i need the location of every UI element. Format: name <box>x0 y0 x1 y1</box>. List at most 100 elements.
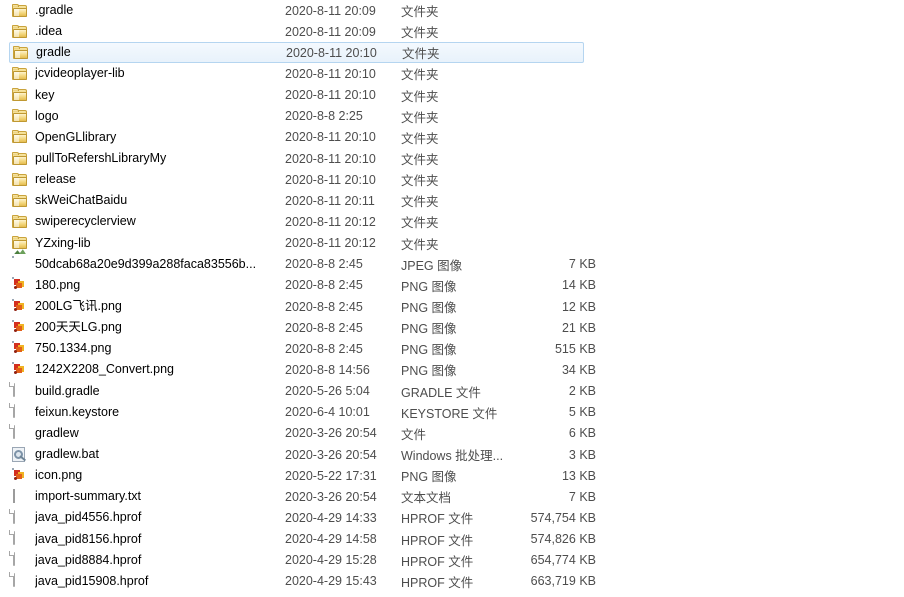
document-icon <box>12 404 28 420</box>
file-name: gradlew.bat <box>35 447 285 462</box>
file-size: 515 KB <box>506 342 596 356</box>
file-date-modified: 2020-6-4 10:01 <box>285 405 401 419</box>
folder-icon <box>12 66 28 82</box>
file-type: PNG 图像 <box>401 466 506 485</box>
file-size: 6 KB <box>506 426 596 440</box>
file-type: 文件夹 <box>401 191 506 210</box>
file-type: PNG 图像 <box>401 276 506 295</box>
document-icon <box>12 383 28 399</box>
folder-icon <box>12 3 28 19</box>
file-date-modified: 2020-4-29 15:43 <box>285 574 401 588</box>
png-image-icon <box>12 468 28 484</box>
file-name: swiperecyclerview <box>35 214 285 229</box>
file-row[interactable]: icon.png2020-5-22 17:31PNG 图像13 KB <box>0 465 904 486</box>
file-name: .gradle <box>35 3 285 18</box>
file-row-selected[interactable]: gradle2020-8-11 20:10文件夹 <box>9 42 584 63</box>
png-image-icon <box>12 299 28 315</box>
file-date-modified: 2020-8-11 20:10 <box>286 46 402 60</box>
file-row[interactable]: key2020-8-11 20:10文件夹 <box>0 85 904 106</box>
file-type: 文件夹 <box>401 64 506 83</box>
file-name: key <box>35 88 285 103</box>
file-type: 文件夹 <box>402 43 507 62</box>
file-date-modified: 2020-4-29 14:33 <box>285 511 401 525</box>
file-date-modified: 2020-8-11 20:12 <box>285 236 401 250</box>
file-size: 654,774 KB <box>506 553 596 567</box>
folder-icon <box>12 151 28 167</box>
file-row[interactable]: 180.png2020-8-8 2:45PNG 图像14 KB <box>0 275 904 296</box>
file-name: OpenGLlibrary <box>35 130 285 145</box>
file-type: 文件夹 <box>401 107 506 126</box>
file-size: 14 KB <box>506 278 596 292</box>
file-name: skWeiChatBaidu <box>35 193 285 208</box>
folder-icon <box>12 24 28 40</box>
file-row[interactable]: 750.1334.png2020-8-8 2:45PNG 图像515 KB <box>0 338 904 359</box>
file-name: gradle <box>36 45 286 60</box>
file-type: KEYSTORE 文件 <box>401 403 506 422</box>
file-date-modified: 2020-8-8 2:45 <box>285 342 401 356</box>
file-date-modified: 2020-8-11 20:11 <box>285 194 401 208</box>
file-name: java_pid4556.hprof <box>35 510 285 525</box>
file-type: 文本文档 <box>401 487 506 506</box>
file-row[interactable]: YZxing-lib2020-8-11 20:12文件夹 <box>0 233 904 254</box>
document-icon <box>12 573 28 589</box>
file-date-modified: 2020-4-29 15:28 <box>285 553 401 567</box>
file-row[interactable]: .idea2020-8-11 20:09文件夹 <box>0 21 904 42</box>
file-row[interactable]: import-summary.txt2020-3-26 20:54文本文档7 K… <box>0 486 904 507</box>
document-icon <box>12 425 28 441</box>
file-row[interactable]: release2020-8-11 20:10文件夹 <box>0 169 904 190</box>
file-date-modified: 2020-5-26 5:04 <box>285 384 401 398</box>
file-date-modified: 2020-3-26 20:54 <box>285 426 401 440</box>
file-size: 21 KB <box>506 321 596 335</box>
folder-icon <box>12 172 28 188</box>
png-image-icon <box>12 362 28 378</box>
file-row[interactable]: java_pid15908.hprof2020-4-29 15:43HPROF … <box>0 571 904 592</box>
folder-icon <box>12 214 28 230</box>
file-size: 574,826 KB <box>506 532 596 546</box>
file-row[interactable]: swiperecyclerview2020-8-11 20:12文件夹 <box>0 211 904 232</box>
file-date-modified: 2020-8-11 20:10 <box>285 88 401 102</box>
file-name: pullToRefershLibraryMy <box>35 151 285 166</box>
file-type: HPROF 文件 <box>401 530 506 549</box>
file-date-modified: 2020-8-11 20:09 <box>285 4 401 18</box>
file-row[interactable]: java_pid8884.hprof2020-4-29 15:28HPROF 文… <box>0 550 904 571</box>
file-name: java_pid8156.hprof <box>35 532 285 547</box>
file-size: 12 KB <box>506 300 596 314</box>
file-type: 文件夹 <box>401 22 506 41</box>
file-row[interactable]: 50dcab68a20e9d399a288faca83556b...2020-8… <box>0 254 904 275</box>
file-row[interactable]: pullToRefershLibraryMy2020-8-11 20:10文件夹 <box>0 148 904 169</box>
document-icon <box>12 531 28 547</box>
file-size: 3 KB <box>506 448 596 462</box>
file-date-modified: 2020-3-26 20:54 <box>285 448 401 462</box>
png-image-icon <box>12 320 28 336</box>
file-row[interactable]: gradlew.bat2020-3-26 20:54Windows 批处理...… <box>0 444 904 465</box>
file-row[interactable]: 200天天LG.png2020-8-8 2:45PNG 图像21 KB <box>0 317 904 338</box>
file-row[interactable]: build.gradle2020-5-26 5:04GRADLE 文件2 KB <box>0 381 904 402</box>
file-name: 1242X2208_Convert.png <box>35 362 285 377</box>
file-type: 文件夹 <box>401 212 506 231</box>
file-date-modified: 2020-8-11 20:09 <box>285 25 401 39</box>
file-type: 文件夹 <box>401 234 506 253</box>
file-row[interactable]: 200LG飞讯.png2020-8-8 2:45PNG 图像12 KB <box>0 296 904 317</box>
file-row[interactable]: jcvideoplayer-lib2020-8-11 20:10文件夹 <box>0 63 904 84</box>
file-list-details-view[interactable]: .gradle2020-8-11 20:09文件夹.idea2020-8-11 … <box>0 0 904 597</box>
png-image-icon <box>12 341 28 357</box>
file-row[interactable]: .gradle2020-8-11 20:09文件夹 <box>0 0 904 21</box>
file-row[interactable]: skWeiChatBaidu2020-8-11 20:11文件夹 <box>0 190 904 211</box>
text-document-icon <box>12 489 28 505</box>
folder-icon <box>13 45 29 61</box>
file-name: 200LG飞讯.png <box>35 299 285 314</box>
folder-icon <box>12 108 28 124</box>
file-type: 文件夹 <box>401 149 506 168</box>
file-row[interactable]: OpenGLlibrary2020-8-11 20:10文件夹 <box>0 127 904 148</box>
file-row[interactable]: feixun.keystore2020-6-4 10:01KEYSTORE 文件… <box>0 402 904 423</box>
file-date-modified: 2020-8-8 2:45 <box>285 257 401 271</box>
file-row[interactable]: java_pid4556.hprof2020-4-29 14:33HPROF 文… <box>0 507 904 528</box>
file-name: gradlew <box>35 426 285 441</box>
file-name: 180.png <box>35 278 285 293</box>
file-row[interactable]: logo2020-8-8 2:25文件夹 <box>0 106 904 127</box>
file-row[interactable]: gradlew2020-3-26 20:54文件6 KB <box>0 423 904 444</box>
file-size: 7 KB <box>506 490 596 504</box>
file-row[interactable]: 1242X2208_Convert.png2020-8-8 14:56PNG 图… <box>0 359 904 380</box>
file-date-modified: 2020-8-11 20:12 <box>285 215 401 229</box>
file-row[interactable]: java_pid8156.hprof2020-4-29 14:58HPROF 文… <box>0 529 904 550</box>
